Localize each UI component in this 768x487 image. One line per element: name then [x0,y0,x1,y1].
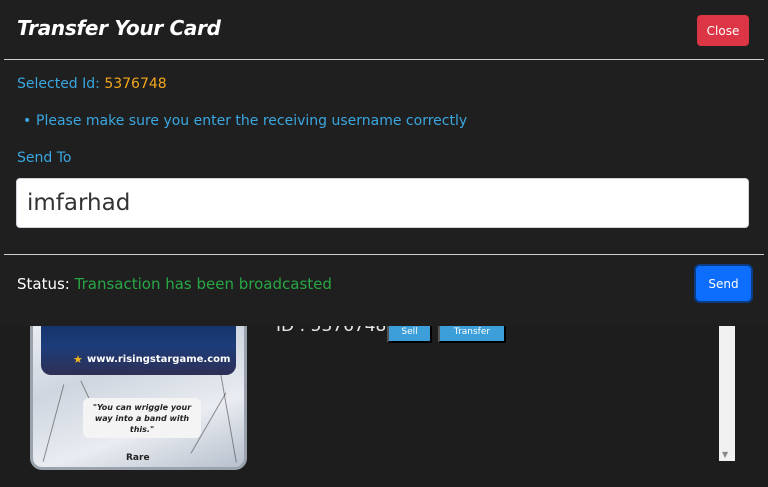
status-label: Status: [17,275,70,293]
footer-divider [4,254,764,255]
username-input[interactable] [16,178,749,228]
scrollbar[interactable]: ▼ [719,326,735,461]
header-divider [4,59,764,60]
card-website: www.risingstargame.com [87,354,231,365]
card-rarity: Rare [126,453,150,463]
selected-id-row: Selected Id: 5376748 [17,76,167,92]
modal-title: Transfer Your Card [17,16,221,40]
close-button[interactable]: Close [697,15,749,46]
username-notice: Please make sure you enter the receiving… [23,113,467,129]
status-value: Transaction has been broadcasted [74,275,332,293]
status-row: Status: Transaction has been broadcasted [17,275,332,293]
scroll-down-icon[interactable]: ▼ [722,450,728,459]
selected-id-value: 5376748 [104,76,167,92]
modal-header: Transfer Your Card Close [0,0,768,60]
send-button[interactable]: Send [696,266,751,301]
send-to-label: Send To [17,150,72,166]
card-quote: "You can wriggle your way into a band wi… [83,398,201,438]
star-icon: ★ [73,353,83,366]
transfer-modal: Transfer Your Card Close Selected Id: 53… [0,0,768,326]
selected-id-label: Selected Id: [17,76,100,92]
